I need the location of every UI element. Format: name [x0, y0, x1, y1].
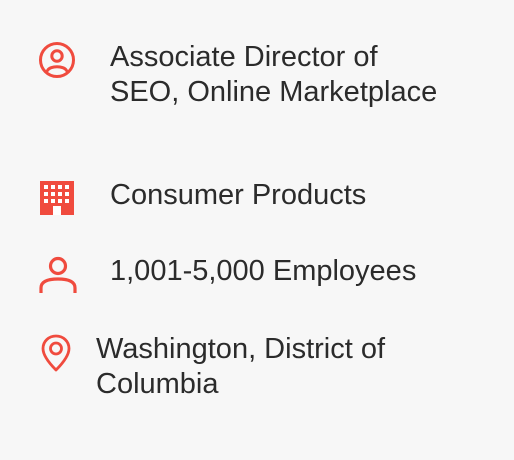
profile-details-card: Associate Director of SEO, Online Market…	[0, 0, 514, 460]
job-title-text: Associate Director of SEO, Online Market…	[110, 41, 438, 108]
company-size-text: 1,001-5,000 Employees	[110, 255, 417, 287]
industry-text: Consumer Products	[110, 179, 367, 211]
location-pin-icon	[41, 334, 71, 372]
location-text: Washington, District of Columbia	[96, 333, 386, 400]
user-circle-icon	[39, 42, 75, 78]
person-icon	[39, 256, 77, 293]
building-icon	[40, 181, 74, 215]
